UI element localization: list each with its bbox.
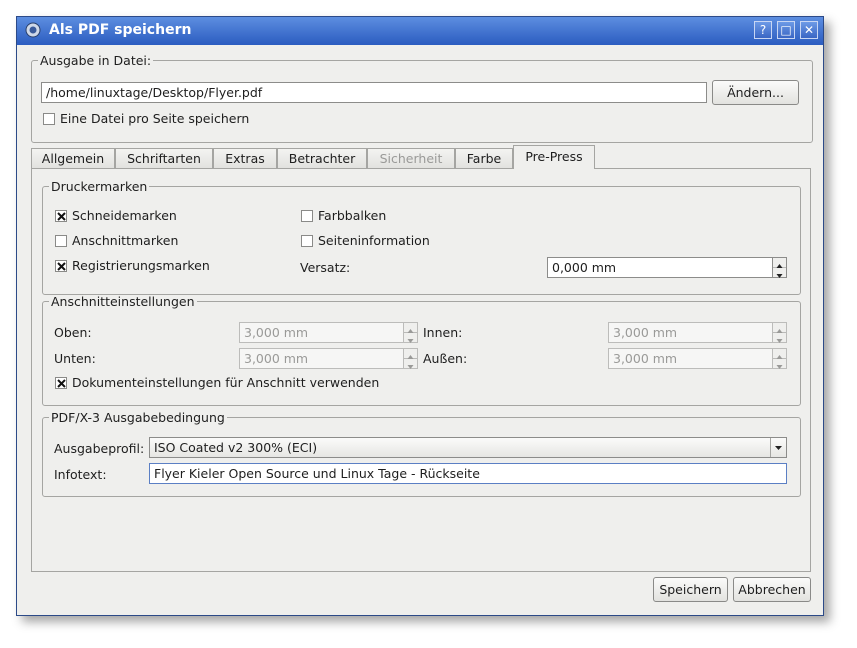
registration-marks-label: Registrierungsmarken <box>72 258 210 273</box>
check-mark-icon <box>57 379 66 388</box>
printer-marks-legend: Druckermarken <box>51 179 148 194</box>
spin-up-icon[interactable] <box>773 323 786 333</box>
tab-pre-press[interactable]: Pre-Press <box>513 145 595 169</box>
pdfx-legend: PDF/X-3 Ausgabebedingung <box>51 410 225 425</box>
app-icon <box>25 22 41 38</box>
maximize-button[interactable]: □ <box>777 21 795 39</box>
color-bars-label: Farbbalken <box>318 208 387 223</box>
bleed-outside-label: Außen: <box>423 351 468 366</box>
spin-up-icon[interactable] <box>404 323 417 333</box>
page-info-checkbox[interactable] <box>301 235 313 247</box>
offset-input[interactable]: 0,000 mm <box>547 257 773 278</box>
chevron-down-icon[interactable] <box>770 438 786 457</box>
spin-up-icon[interactable] <box>773 349 786 359</box>
offset-spinner[interactable] <box>772 257 787 278</box>
bleed-top-input[interactable]: 3,000 mm <box>239 322 404 343</box>
tab-sicherheit[interactable]: Sicherheit <box>367 148 455 168</box>
use-doc-bleed-checkbox[interactable] <box>55 377 67 389</box>
spin-up-icon[interactable] <box>404 349 417 359</box>
check-mark-icon <box>57 212 66 221</box>
bleed-bottom-input[interactable]: 3,000 mm <box>239 348 404 369</box>
output-path-input[interactable]: /home/linuxtage/Desktop/Flyer.pdf <box>41 82 707 103</box>
spin-down-icon[interactable] <box>773 333 786 343</box>
registration-marks-checkbox[interactable] <box>55 260 67 272</box>
dialog-window: Als PDF speichern ? □ ✕ Ausgabe in Datei… <box>16 16 824 616</box>
per-page-label: Eine Datei pro Seite speichern <box>60 111 250 126</box>
spin-down-icon[interactable] <box>773 268 786 278</box>
info-text-label: Infotext: <box>54 467 107 482</box>
tab-extras[interactable]: Extras <box>213 148 277 168</box>
bleed-inside-label: Innen: <box>423 325 463 340</box>
output-legend: Ausgabe in Datei: <box>40 53 152 68</box>
save-button[interactable]: Speichern <box>653 577 728 602</box>
bleed-top-label: Oben: <box>54 325 92 340</box>
tab-schriftarten[interactable]: Schriftarten <box>115 148 213 168</box>
close-button[interactable]: ✕ <box>800 21 818 39</box>
tab-betrachter[interactable]: Betrachter <box>277 148 367 168</box>
window-title: Als PDF speichern <box>49 22 192 38</box>
bleed-bottom-spinner[interactable] <box>403 348 418 369</box>
cancel-button[interactable]: Abbrechen <box>733 577 811 602</box>
per-page-checkbox[interactable] <box>43 113 55 125</box>
crop-marks-label: Schneidemarken <box>72 208 177 223</box>
spin-up-icon[interactable] <box>773 258 786 268</box>
bleed-inside-input[interactable]: 3,000 mm <box>608 322 773 343</box>
crop-marks-checkbox[interactable] <box>55 210 67 222</box>
tab-farbe[interactable]: Farbe <box>455 148 513 168</box>
bleed-inside-spinner[interactable] <box>772 322 787 343</box>
page-info-label: Seiteninformation <box>318 233 430 248</box>
output-profile-select[interactable]: ISO Coated v2 300% (ECI) <box>149 437 787 458</box>
output-profile-label: Ausgabeprofil: <box>54 441 145 456</box>
change-button[interactable]: Ändern... <box>712 80 799 105</box>
bleed-outside-input[interactable]: 3,000 mm <box>608 348 773 369</box>
offset-label: Versatz: <box>300 260 351 275</box>
tab-allgemein[interactable]: Allgemein <box>31 148 115 168</box>
use-doc-bleed-label: Dokumenteinstellungen für Anschnitt verw… <box>72 375 380 390</box>
spin-down-icon[interactable] <box>404 359 417 369</box>
help-button[interactable]: ? <box>754 21 772 39</box>
spin-down-icon[interactable] <box>773 359 786 369</box>
title-bar[interactable]: Als PDF speichern ? □ ✕ <box>17 17 823 45</box>
color-bars-checkbox[interactable] <box>301 210 313 222</box>
bleed-marks-label: Anschnittmarken <box>72 233 179 248</box>
bleed-top-spinner[interactable] <box>403 322 418 343</box>
check-mark-icon <box>57 262 66 271</box>
bleed-outside-spinner[interactable] <box>772 348 787 369</box>
spin-down-icon[interactable] <box>404 333 417 343</box>
bleed-marks-checkbox[interactable] <box>55 235 67 247</box>
bleed-bottom-label: Unten: <box>54 351 96 366</box>
bleed-settings-legend: Anschnitteinstellungen <box>51 294 195 309</box>
info-text-input[interactable]: Flyer Kieler Open Source und Linux Tage … <box>149 463 787 484</box>
output-profile-value: ISO Coated v2 300% (ECI) <box>154 440 318 455</box>
